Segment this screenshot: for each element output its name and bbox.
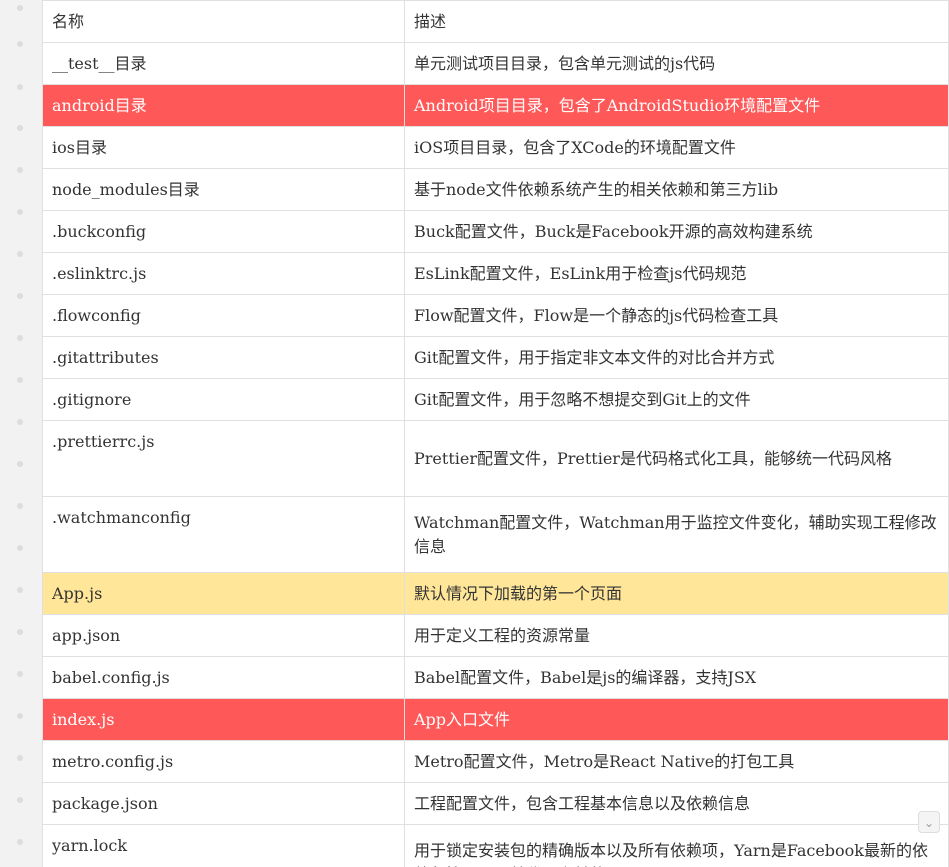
file-name-cell[interactable]: __test__目录 [42,42,405,85]
table-row: .gitattributes Git配置文件，用于指定非文本文件的对比合并方式 [42,336,949,379]
gutter-dot [17,755,23,761]
file-name-cell[interactable]: .prettierrc.js [42,420,405,497]
gutter-dot [17,41,23,47]
file-name-cell[interactable]: .gitattributes [42,336,405,379]
table-row: package.json 工程配置文件，包含工程基本信息以及依赖信息 [42,782,949,825]
gutter-dot [17,167,23,173]
file-name-cell[interactable]: node_modules目录 [42,168,405,211]
gutter-dot [17,503,23,509]
gutter-dot [17,377,23,383]
gutter-dot [17,839,23,845]
file-name-cell[interactable]: .flowconfig [42,294,405,337]
file-name-cell[interactable]: .gitignore [42,378,405,421]
file-name-cell[interactable]: .buckconfig [42,210,405,253]
table-row: .gitignore Git配置文件，用于忽略不想提交到Git上的文件 [42,378,949,421]
file-description-cell[interactable]: App入口文件 [404,698,949,741]
gutter-dot [17,84,23,90]
table-row: .eslinktrc.js EsLink配置文件，EsLink用于检查js代码规… [42,252,949,295]
file-name-cell[interactable]: babel.config.js [42,656,405,699]
table-row: ios目录 iOS项目目录，包含了XCode的环境配置文件 [42,126,949,169]
table-row: .prettierrc.js Prettier配置文件，Prettier是代码格… [42,420,949,497]
gutter-dot [17,5,23,11]
table-row: metro.config.js Metro配置文件，Metro是React Na… [42,740,949,783]
file-name-cell[interactable]: ios目录 [42,126,405,169]
file-description-cell[interactable]: 用于锁定安装包的精确版本以及所有依赖项，Yarn是Facebook最新的依赖包管… [404,824,949,867]
file-description-cell[interactable]: 默认情况下加载的第一个页面 [404,572,949,615]
gutter-dot [17,587,23,593]
file-description-cell[interactable]: Watchman配置文件，Watchman用于监控文件变化，辅助实现工程修改信息 [404,496,949,573]
table-row-highlighted: index.js App入口文件 [42,698,949,741]
gutter-dot [17,125,23,131]
table-row: .watchmanconfig Watchman配置文件，Watchman用于监… [42,496,949,573]
table-row-highlighted: android目录 Android项目目录，包含了AndroidStudio环境… [42,84,949,127]
gutter-dot [17,209,23,215]
file-description-cell[interactable]: 单元测试项目目录，包含单元测试的js代码 [404,42,949,85]
file-name-cell[interactable]: .watchmanconfig [42,496,405,573]
file-name-cell[interactable]: app.json [42,614,405,657]
file-description-cell[interactable]: iOS项目目录，包含了XCode的环境配置文件 [404,126,949,169]
file-description-cell[interactable]: Metro配置文件，Metro是React Native的打包工具 [404,740,949,783]
chevron-down-icon: ⌄ [923,816,935,830]
file-name-cell[interactable]: package.json [42,782,405,825]
gutter-dot [17,797,23,803]
header-name-cell: 名称 [42,0,405,43]
gutter-dot [17,629,23,635]
document-page: 名称 描述 __test__目录 单元测试项目目录，包含单元测试的js代码 an… [0,0,949,867]
file-description-cell[interactable]: EsLink配置文件，EsLink用于检查js代码规范 [404,252,949,295]
file-name-cell[interactable]: index.js [42,698,405,741]
file-description-cell[interactable]: Prettier配置文件，Prettier是代码格式化工具，能够统一代码风格 [404,420,949,497]
file-description-cell[interactable]: Git配置文件，用于指定非文本文件的对比合并方式 [404,336,949,379]
table-row-highlighted: App.js 默认情况下加载的第一个页面 [42,572,949,615]
table-row: babel.config.js Babel配置文件，Babel是js的编译器，支… [42,656,949,699]
table-header-row: 名称 描述 [42,0,949,43]
gutter-dot [17,461,23,467]
file-description-cell[interactable]: Flow配置文件，Flow是一个静态的js代码检查工具 [404,294,949,337]
gutter-dot [17,713,23,719]
file-description-cell[interactable]: Buck配置文件，Buck是Facebook开源的高效构建系统 [404,210,949,253]
table-row: .flowconfig Flow配置文件，Flow是一个静态的js代码检查工具 [42,294,949,337]
file-description-cell[interactable]: Android项目目录，包含了AndroidStudio环境配置文件 [404,84,949,127]
table-row: node_modules目录 基于node文件依赖系统产生的相关依赖和第三方li… [42,168,949,211]
gutter-dot [17,251,23,257]
file-description-cell[interactable]: 用于定义工程的资源常量 [404,614,949,657]
header-description-cell: 描述 [404,0,949,43]
gutter-dot [17,671,23,677]
file-description-cell[interactable]: 工程配置文件，包含工程基本信息以及依赖信息 [404,782,949,825]
table-row: __test__目录 单元测试项目目录，包含单元测试的js代码 [42,42,949,85]
file-name-cell[interactable]: .eslinktrc.js [42,252,405,295]
gutter-dot [17,419,23,425]
file-name-cell[interactable]: App.js [42,572,405,615]
file-name-cell[interactable]: metro.config.js [42,740,405,783]
file-description-cell[interactable]: Git配置文件，用于忽略不想提交到Git上的文件 [404,378,949,421]
table-row: yarn.lock 用于锁定安装包的精确版本以及所有依赖项，Yarn是Faceb… [42,824,949,867]
file-name-cell[interactable]: yarn.lock [42,824,405,867]
table-row: .buckconfig Buck配置文件，Buck是Facebook开源的高效构… [42,210,949,253]
file-description-table: 名称 描述 __test__目录 单元测试项目目录，包含单元测试的js代码 an… [42,0,949,867]
file-description-cell[interactable]: Babel配置文件，Babel是js的编译器，支持JSX [404,656,949,699]
gutter-dot [17,335,23,341]
file-name-cell[interactable]: android目录 [42,84,405,127]
gutter-dot [17,293,23,299]
scroll-down-button[interactable]: ⌄ [918,811,940,833]
gutter-dot [17,545,23,551]
file-description-cell[interactable]: 基于node文件依赖系统产生的相关依赖和第三方lib [404,168,949,211]
left-gutter [0,0,42,867]
table-row: app.json 用于定义工程的资源常量 [42,614,949,657]
